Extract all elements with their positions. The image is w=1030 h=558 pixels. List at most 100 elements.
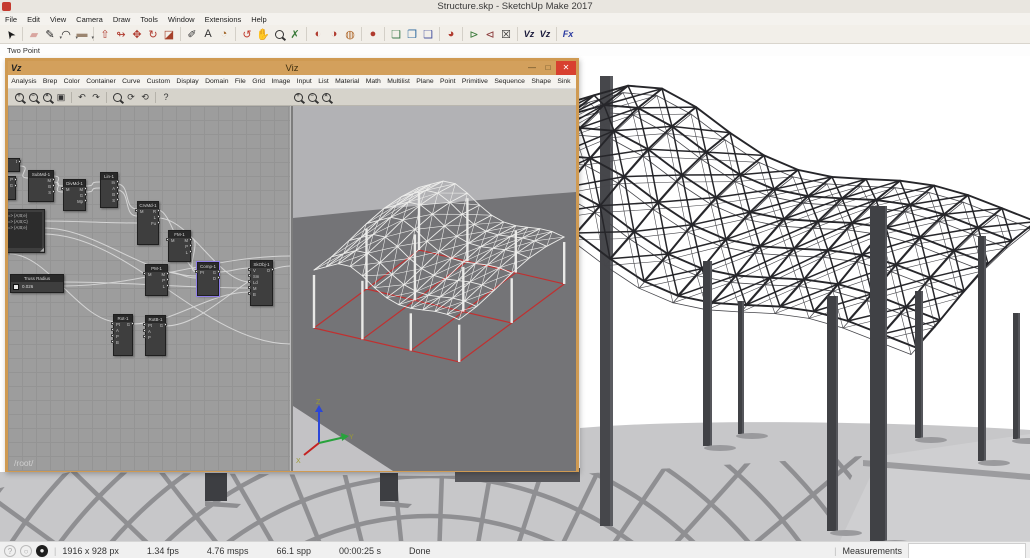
node-submd[interactable]: SubMd-1 M B S bbox=[28, 170, 54, 202]
viz-menu-math[interactable]: Math bbox=[363, 78, 385, 85]
input-port[interactable] bbox=[143, 329, 146, 332]
viz-menu-source[interactable]: Source bbox=[574, 78, 576, 85]
viz-menu-image[interactable]: Image bbox=[268, 78, 293, 85]
pie-tool-icon[interactable]: ◕ bbox=[443, 26, 459, 42]
select-tool-icon[interactable]: ➤ bbox=[3, 26, 19, 42]
viz-close-button[interactable]: ✕ bbox=[556, 61, 576, 75]
output-port[interactable] bbox=[116, 180, 119, 183]
node-fm[interactable]: FM-1 M M P L bbox=[168, 230, 191, 262]
viz-menu-plane[interactable]: Plane bbox=[413, 78, 437, 85]
rectangle-tool-icon[interactable]: ▬ ▾ bbox=[74, 26, 95, 42]
output-port[interactable] bbox=[271, 268, 274, 271]
viz-menu-primitive[interactable]: Primitive bbox=[459, 78, 491, 85]
menu-tools[interactable]: Tools bbox=[135, 15, 163, 24]
viz-menu-list[interactable]: List bbox=[315, 78, 332, 85]
preview-zoom-reset-button[interactable]: × bbox=[319, 91, 333, 104]
viz-menu-file[interactable]: File bbox=[232, 78, 249, 85]
orbit-tool-icon[interactable]: ↺ bbox=[239, 26, 255, 42]
output-port[interactable] bbox=[84, 199, 87, 202]
viz-menu-brep[interactable]: Brep bbox=[40, 78, 61, 85]
pan-tool-icon[interactable]: ✋ bbox=[255, 26, 271, 42]
panel-resize-handle[interactable]: ◢ bbox=[40, 247, 44, 253]
zoom-reset-button[interactable]: × bbox=[40, 91, 54, 104]
output-port[interactable] bbox=[52, 190, 55, 193]
viz-titlebar[interactable]: Vz Viz — □ ✕ bbox=[8, 61, 576, 75]
viz-launch-large-icon[interactable]: Vz bbox=[521, 26, 537, 42]
viz-menu-point[interactable]: Point bbox=[437, 78, 459, 85]
model-viewport[interactable]: Vz Viz — □ ✕ Analysis Brep Color Container C… bbox=[0, 56, 1030, 541]
output-port[interactable] bbox=[189, 244, 192, 247]
viz-menu-analysis[interactable]: Analysis bbox=[8, 78, 40, 85]
model-info-tool-icon[interactable]: ● bbox=[365, 26, 381, 42]
help-button[interactable]: ? bbox=[159, 91, 173, 104]
eraser-tool-icon[interactable]: ▰ bbox=[26, 26, 42, 42]
component-a-tool-icon[interactable]: ❏ bbox=[388, 26, 404, 42]
input-port[interactable] bbox=[111, 334, 114, 337]
input-port[interactable] bbox=[143, 272, 146, 275]
section-tool-icon[interactable]: ◑ bbox=[326, 26, 342, 42]
component-c-tool-icon[interactable]: ❑ bbox=[420, 26, 436, 42]
viz-window[interactable]: Vz Viz — □ ✕ Analysis Brep Color Container C… bbox=[5, 58, 579, 472]
input-port[interactable] bbox=[111, 328, 114, 331]
output-port[interactable] bbox=[217, 270, 220, 273]
node-graph-canvas[interactable]: /root/ t P G SubMd-1 M B S DivMd-1 M M G Mp Lin-1 In A… bbox=[8, 106, 290, 471]
protractor-tool-icon[interactable]: ◔ bbox=[216, 26, 232, 42]
zoom-in-button[interactable]: + bbox=[12, 91, 26, 104]
component-b-tool-icon[interactable]: ❐ bbox=[404, 26, 420, 42]
output-port[interactable] bbox=[166, 278, 169, 281]
menu-file[interactable]: File bbox=[0, 15, 22, 24]
checkbox-x-tool-icon[interactable]: ☒ bbox=[498, 26, 514, 42]
output-port[interactable] bbox=[164, 323, 167, 326]
geolocation-status-icon[interactable]: ● bbox=[36, 544, 48, 557]
input-port[interactable] bbox=[143, 323, 146, 326]
viz-menu-curve[interactable]: Curve bbox=[119, 78, 144, 85]
input-port[interactable] bbox=[248, 292, 251, 295]
output-port[interactable] bbox=[84, 193, 87, 196]
input-port[interactable] bbox=[143, 335, 146, 338]
output-port[interactable] bbox=[189, 250, 192, 253]
node-truss-radius[interactable]: Truss Radius 0.026 bbox=[10, 274, 64, 293]
node-rotb[interactable]: RotB-1 Pt G A P bbox=[145, 315, 166, 356]
menu-extensions[interactable]: Extensions bbox=[200, 15, 247, 24]
node-pm[interactable]: PM-1 M M P L bbox=[145, 264, 168, 296]
viz-menu-input[interactable]: Input bbox=[294, 78, 316, 85]
output-port[interactable] bbox=[166, 272, 169, 275]
scene-tab-two-point[interactable]: Two Point bbox=[7, 46, 40, 55]
output-port[interactable] bbox=[52, 178, 55, 181]
shadows-tool-icon[interactable]: ◐ bbox=[310, 26, 326, 42]
undo-button[interactable]: ↶ bbox=[75, 91, 89, 104]
menu-draw[interactable]: Draw bbox=[108, 15, 136, 24]
viz-menu-multilist[interactable]: Multilist bbox=[384, 78, 413, 85]
paintbucket-tool-icon[interactable]: ◪ bbox=[161, 26, 177, 42]
viz-menu-domain[interactable]: Domain bbox=[202, 78, 232, 85]
node-skobj[interactable]: SkObj-1 V O Sm Ld M B bbox=[250, 260, 273, 306]
output-port[interactable] bbox=[14, 184, 17, 187]
output-port[interactable] bbox=[116, 192, 119, 195]
viz-menu-sequence[interactable]: Sequence bbox=[491, 78, 528, 85]
menu-view[interactable]: View bbox=[45, 15, 71, 24]
zoom-out-button[interactable]: − bbox=[26, 91, 40, 104]
triangle-left-tool-icon[interactable]: ⊲ bbox=[482, 26, 498, 42]
viz-menu-sink[interactable]: Sink bbox=[554, 78, 574, 85]
inspect-button[interactable] bbox=[110, 91, 124, 104]
followme-tool-icon[interactable]: ↬ bbox=[113, 26, 129, 42]
viz-menu-custom[interactable]: Custom bbox=[143, 78, 173, 85]
output-port[interactable] bbox=[131, 322, 134, 325]
auto-refresh-button[interactable]: ⟲ bbox=[138, 91, 152, 104]
node-panel[interactable]: => {A;B;e} => {A;B;C} => {A;B;e} ◢ bbox=[8, 209, 45, 253]
help-status-icon[interactable]: ? bbox=[4, 544, 16, 557]
viz-menu-material[interactable]: Material bbox=[332, 78, 363, 85]
refresh-button[interactable]: ⟳ bbox=[124, 91, 138, 104]
input-port[interactable] bbox=[248, 286, 251, 289]
arc-tool-icon[interactable]: ◠ ▾ bbox=[58, 26, 78, 42]
output-port[interactable] bbox=[217, 276, 220, 279]
input-port[interactable] bbox=[111, 340, 114, 343]
viz-menu-shape[interactable]: Shape bbox=[528, 78, 554, 85]
viz-launch-small-icon[interactable]: Vz bbox=[537, 26, 553, 42]
node-rot[interactable]: Rot-1 Pt G A P B bbox=[113, 314, 133, 356]
triangle-right-tool-icon[interactable]: ⊳ bbox=[466, 26, 482, 42]
truss-radius-value[interactable]: 0.026 bbox=[22, 284, 33, 289]
move-tool-icon[interactable]: ✥ bbox=[129, 26, 145, 42]
input-port[interactable] bbox=[166, 238, 169, 241]
input-port[interactable] bbox=[195, 270, 198, 273]
